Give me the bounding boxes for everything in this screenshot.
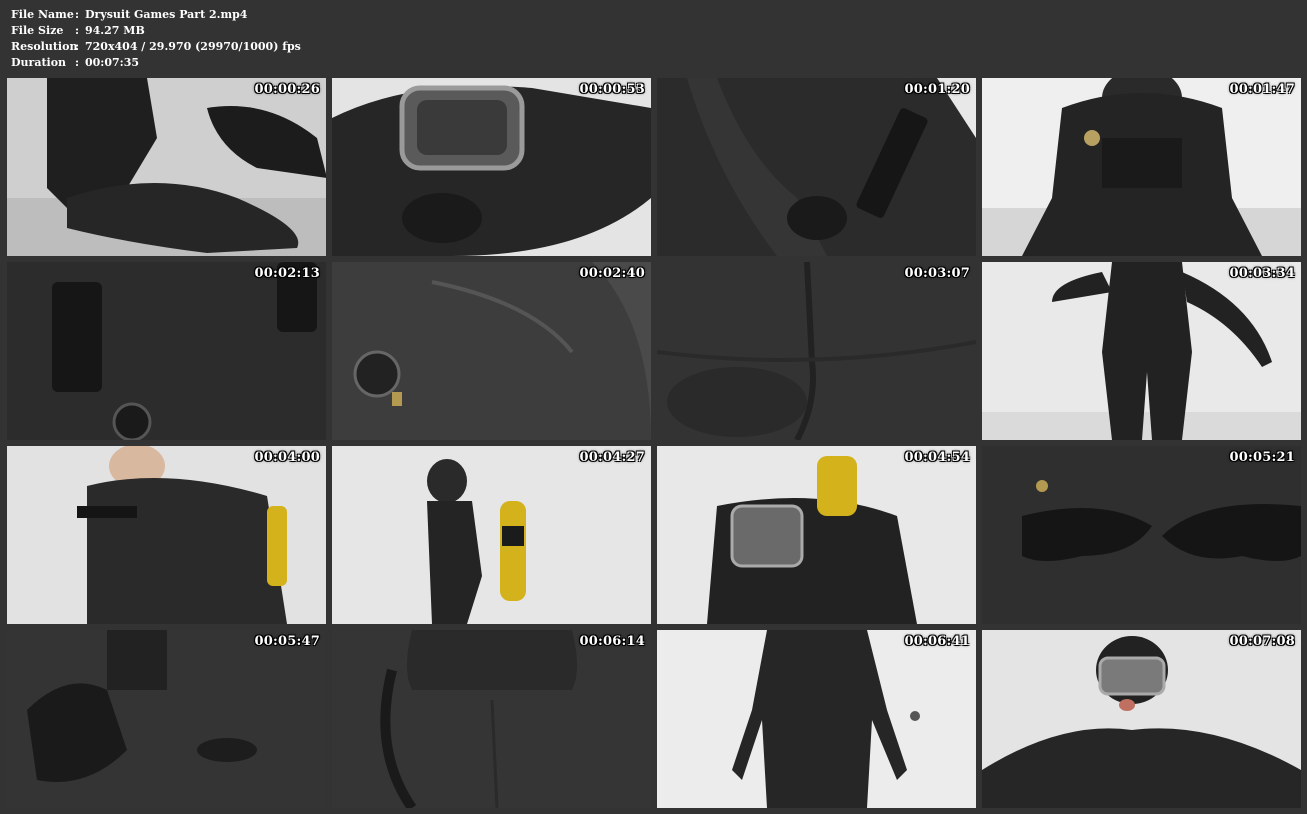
resolution-row: Resolution : 720x404 / 29.970 (29970/100… xyxy=(11,39,301,55)
thumbnail-image xyxy=(982,262,1301,440)
thumbnail-frame: 00:02:13 xyxy=(7,262,326,440)
thumbnail-image xyxy=(982,446,1301,624)
thumbnail-timestamp: 00:01:20 xyxy=(904,82,970,97)
thumbnail-timestamp: 00:02:40 xyxy=(579,266,645,281)
thumbnail-frame: 00:05:47 xyxy=(7,630,326,808)
thumbnail-timestamp: 00:06:41 xyxy=(904,634,970,649)
file-info-header: File Name : Drysuit Games Part 2.mp4 Fil… xyxy=(11,7,301,71)
thumbnail-image xyxy=(332,630,651,808)
thumbnail-frame: 00:00:53 xyxy=(332,78,651,256)
thumbnail-frame: 00:01:20 xyxy=(657,78,976,256)
thumbnail-timestamp: 00:00:53 xyxy=(579,82,645,97)
thumbnail-timestamp: 00:06:14 xyxy=(579,634,645,649)
resolution-value: 720x404 / 29.970 (29970/1000) fps xyxy=(85,40,301,53)
thumbnail-image xyxy=(332,446,651,624)
thumbnail-timestamp: 00:04:00 xyxy=(254,450,320,465)
thumbnail-timestamp: 00:03:07 xyxy=(904,266,970,281)
thumbnail-frame: 00:07:08 xyxy=(982,630,1301,808)
duration-label: Duration xyxy=(11,56,67,69)
thumbnail-grid: 00:00:26 00:00:53 00:01:20 00:01:47 00:0… xyxy=(7,78,1301,808)
thumbnail-frame: 00:05:21 xyxy=(982,446,1301,624)
thumbnail-frame: 00:04:00 xyxy=(7,446,326,624)
duration-value: 00:07:35 xyxy=(85,56,140,69)
separator: : xyxy=(75,24,80,37)
thumbnail-frame: 00:04:27 xyxy=(332,446,651,624)
thumbnail-image xyxy=(657,78,976,256)
separator: : xyxy=(75,8,80,21)
duration-row: Duration : 00:07:35 xyxy=(11,55,301,71)
thumbnail-frame: 00:03:34 xyxy=(982,262,1301,440)
file-name-value: Drysuit Games Part 2.mp4 xyxy=(85,8,248,21)
thumbnail-image xyxy=(982,78,1301,256)
file-name-label: File Name xyxy=(11,8,74,21)
thumbnail-frame: 00:06:14 xyxy=(332,630,651,808)
resolution-label: Resolution xyxy=(11,40,78,53)
thumbnail-frame: 00:02:40 xyxy=(332,262,651,440)
file-size-value: 94.27 MB xyxy=(85,24,145,37)
thumbnail-frame: 00:06:41 xyxy=(657,630,976,808)
thumbnail-timestamp: 00:05:47 xyxy=(254,634,320,649)
thumbnail-frame: 00:03:07 xyxy=(657,262,976,440)
thumbnail-frame: 00:04:54 xyxy=(657,446,976,624)
thumbnail-image xyxy=(332,262,651,440)
thumbnail-image xyxy=(332,78,651,256)
separator: : xyxy=(75,56,80,69)
file-name-row: File Name : Drysuit Games Part 2.mp4 xyxy=(11,7,301,23)
thumbnail-frame: 00:01:47 xyxy=(982,78,1301,256)
separator: : xyxy=(75,40,80,53)
thumbnail-timestamp: 00:04:54 xyxy=(904,450,970,465)
thumbnail-image xyxy=(657,630,976,808)
thumbnail-frame: 00:00:26 xyxy=(7,78,326,256)
thumbnail-image xyxy=(657,262,976,440)
thumbnail-image xyxy=(7,78,326,256)
file-size-label: File Size xyxy=(11,24,64,37)
thumbnail-timestamp: 00:03:34 xyxy=(1229,266,1295,281)
thumbnail-timestamp: 00:05:21 xyxy=(1229,450,1295,465)
thumbnail-timestamp: 00:00:26 xyxy=(254,82,320,97)
thumbnail-image xyxy=(7,262,326,440)
thumbnail-image xyxy=(7,446,326,624)
thumbnail-timestamp: 00:02:13 xyxy=(254,266,320,281)
thumbnail-timestamp: 00:04:27 xyxy=(579,450,645,465)
thumbnail-image xyxy=(7,630,326,808)
thumbnail-timestamp: 00:01:47 xyxy=(1229,82,1295,97)
thumbnail-image xyxy=(982,630,1301,808)
thumbnail-timestamp: 00:07:08 xyxy=(1229,634,1295,649)
file-size-row: File Size : 94.27 MB xyxy=(11,23,301,39)
thumbnail-image xyxy=(657,446,976,624)
